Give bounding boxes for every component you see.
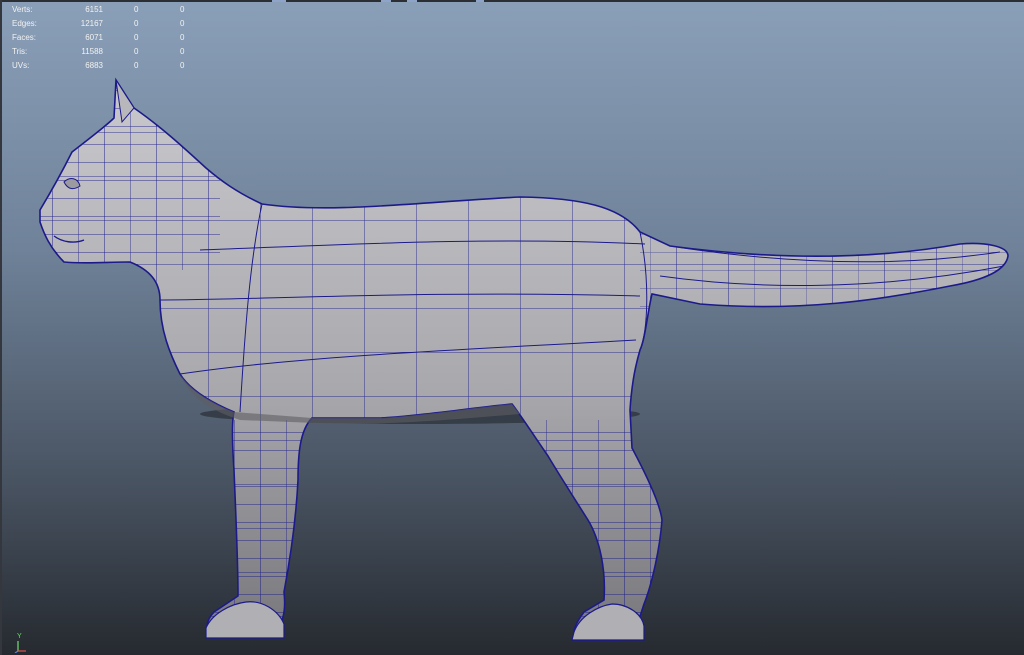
hud-component-value: 0: [180, 61, 185, 70]
hud-total-value: 6151: [85, 5, 103, 14]
axis-y-label: Y: [17, 633, 22, 640]
hud-total-value: 6071: [85, 33, 103, 42]
hud-label: Faces:: [12, 33, 37, 42]
hud-row-verts: Verts: 6151 0 0: [10, 3, 200, 17]
hud-label: Verts:: [12, 5, 33, 14]
hud-selected-value: 0: [134, 61, 139, 70]
hud-label: Tris:: [12, 47, 28, 56]
hud-component-value: 0: [180, 47, 185, 56]
hud-selected-value: 0: [134, 47, 139, 56]
hud-total-value: 11588: [81, 47, 103, 56]
hud-selected-value: 0: [134, 19, 139, 28]
poly-count-hud: Verts: 6151 0 0 Edges: 12167 0 0 Faces: …: [10, 3, 200, 73]
hud-row-faces: Faces: 6071 0 0: [10, 31, 200, 45]
hud-total-value: 12167: [80, 19, 103, 28]
hud-row-tris: Tris: 11588 0 0: [10, 45, 200, 59]
hud-label: Edges:: [12, 19, 37, 28]
hud-selected-value: 0: [134, 5, 139, 14]
viewport-3d[interactable]: Verts: 6151 0 0 Edges: 12167 0 0 Faces: …: [0, 0, 1024, 655]
hud-component-value: 0: [180, 19, 185, 28]
hud-label: UVs:: [12, 61, 30, 70]
hud-row-edges: Edges: 12167 0 0: [10, 17, 200, 31]
hud-row-uvs: UVs: 6883 0 0: [10, 59, 200, 73]
axis-gizmo-icon: [14, 641, 26, 653]
hud-total-value: 6883: [85, 61, 103, 70]
hud-component-value: 0: [180, 33, 185, 42]
hud-selected-value: 0: [134, 33, 139, 42]
hud-component-value: 0: [180, 5, 185, 14]
cat-mesh-icon[interactable]: [0, 0, 1024, 655]
